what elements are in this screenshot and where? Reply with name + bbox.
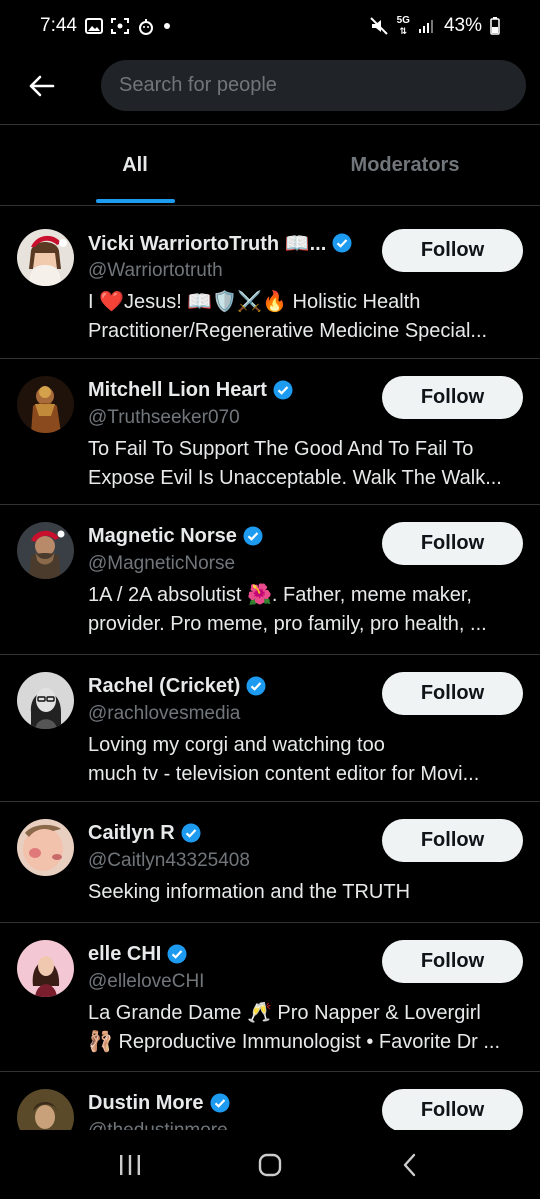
screen: 7:44 5G ⇅ 43% Search for people All Mode… xyxy=(0,0,540,1199)
bio-line-1: To Fail To Support The Good And To Fail … xyxy=(88,438,474,460)
signal-icon xyxy=(418,18,434,34)
bio-line-1: La Grande Dame 🥂 Pro Napper & Lovergirl xyxy=(88,1002,481,1024)
bio-line-1: 1A / 2A absolutist 🌺. Father, meme maker… xyxy=(88,584,472,606)
display-name: elle CHI xyxy=(88,942,162,965)
verified-badge-icon xyxy=(167,944,187,964)
status-bar: 7:44 5G ⇅ 43% xyxy=(0,0,540,52)
header xyxy=(0,52,540,124)
display-name: Rachel (Cricket) xyxy=(88,674,241,697)
bio-line-1: Loving my corgi and watching too xyxy=(88,734,385,756)
verified-badge-icon xyxy=(273,380,293,400)
recent-apps-button[interactable] xyxy=(100,1140,160,1190)
display-name: Mitchell Lion Heart xyxy=(88,378,267,401)
dot-icon xyxy=(163,22,171,30)
mute-icon xyxy=(369,17,389,35)
follow-button[interactable]: Follow xyxy=(382,940,523,983)
avatar[interactable] xyxy=(17,940,74,997)
display-name: Vicki WarriortoTruth 📖... xyxy=(88,232,327,255)
user-row[interactable]: Mitchell Lion Heart @Truthseeker070 To F… xyxy=(0,359,540,505)
recent-apps-icon xyxy=(120,1154,140,1175)
network-label: 5G xyxy=(396,15,410,26)
user-row[interactable]: Rachel (Cricket) @rachlovesmedia Loving … xyxy=(0,655,540,802)
tab-moderators[interactable]: Moderators xyxy=(270,125,540,205)
avatar[interactable] xyxy=(17,1089,74,1130)
avatar[interactable] xyxy=(17,819,74,876)
user-row[interactable]: Caitlyn R @Caitlyn43325408 Seeking infor… xyxy=(0,802,540,923)
bio-line-2: Practitioner/Regenerative Medicine Speci… xyxy=(88,320,488,342)
follow-button[interactable]: Follow xyxy=(382,819,523,862)
back-arrow-icon xyxy=(29,75,55,97)
tab-all[interactable]: All xyxy=(0,125,270,205)
verified-badge-icon xyxy=(181,823,201,843)
battery-percent: 43% xyxy=(443,15,482,36)
verified-badge-icon xyxy=(332,233,352,253)
user-row[interactable]: Dustin More @thedustinmore Follow xyxy=(0,1072,540,1130)
status-left: 7:44 xyxy=(40,15,171,37)
user-list: Vicki WarriortoTruth 📖... @Warriortotrut… xyxy=(0,212,540,1130)
follow-button[interactable]: Follow xyxy=(382,522,523,565)
display-name: Caitlyn R xyxy=(88,821,175,844)
user-row[interactable]: Magnetic Norse @MagneticNorse 1A / 2A ab… xyxy=(0,505,540,655)
verified-badge-icon xyxy=(246,676,266,696)
tab-all-label: All xyxy=(122,153,148,176)
status-time: 7:44 xyxy=(40,15,77,36)
screenshot-icon xyxy=(110,18,129,34)
tab-bar: All Moderators xyxy=(0,125,540,205)
display-name: Dustin More xyxy=(88,1091,204,1114)
tabs-divider xyxy=(0,205,540,206)
battery-icon xyxy=(490,17,500,35)
back-nav-button[interactable] xyxy=(380,1140,440,1190)
bio-line-1: Seeking information and the TRUTH xyxy=(88,881,411,903)
bixby-icon xyxy=(137,17,155,35)
status-right: 5G ⇅ 43% xyxy=(369,15,500,37)
back-button[interactable] xyxy=(22,66,62,106)
tab-active-indicator xyxy=(96,199,175,203)
bio-line-2: 🩰 Reproductive Immunologist • Favorite D… xyxy=(88,1031,501,1053)
bio-line-2: provider. Pro meme, pro family, pro heal… xyxy=(88,613,487,635)
search-box[interactable] xyxy=(101,60,526,111)
search-input[interactable] xyxy=(119,74,526,97)
display-name: Magnetic Norse xyxy=(88,524,237,547)
follow-button[interactable]: Follow xyxy=(382,672,523,715)
bio-line-2: much tv - television content editor for … xyxy=(88,763,480,785)
verified-badge-icon xyxy=(210,1093,230,1113)
follow-button[interactable]: Follow xyxy=(382,1089,523,1130)
avatar[interactable] xyxy=(17,229,74,286)
follow-button[interactable]: Follow xyxy=(382,376,523,419)
user-row[interactable]: elle CHI @elleloveCHI La Grande Dame 🥂 P… xyxy=(0,923,540,1072)
avatar[interactable] xyxy=(17,672,74,729)
bio-line-2: Expose Evil Is Unacceptable. Walk The Wa… xyxy=(88,467,502,489)
bio-line-1: I ❤️Jesus! 📖🛡️⚔️🔥 Holistic Health xyxy=(88,291,421,313)
home-button[interactable] xyxy=(240,1140,300,1190)
network-icon: 5G ⇅ xyxy=(396,15,410,37)
home-icon xyxy=(258,1153,282,1176)
tab-moderators-label: Moderators xyxy=(350,153,460,176)
follow-button[interactable]: Follow xyxy=(382,229,523,272)
gallery-icon xyxy=(84,18,103,34)
avatar[interactable] xyxy=(17,522,74,579)
user-row[interactable]: Vicki WarriortoTruth 📖... @Warriortotrut… xyxy=(0,212,540,359)
back-chevron-icon xyxy=(403,1153,416,1176)
system-nav-bar xyxy=(0,1130,540,1199)
avatar[interactable] xyxy=(17,376,74,433)
verified-badge-icon xyxy=(243,526,263,546)
